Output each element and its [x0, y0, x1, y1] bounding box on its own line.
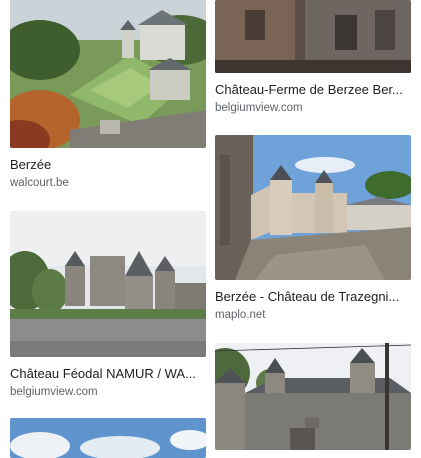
result-card-berzee[interactable]: Berzée walcourt.be	[10, 0, 206, 195]
result-image-feodal-namur[interactable]	[10, 211, 206, 357]
result-title[interactable]: Château Féodal NAMUR / WA...	[10, 366, 206, 382]
result-image-chateau-ferme[interactable]	[215, 0, 411, 73]
result-image-berzee[interactable]	[10, 0, 206, 148]
result-card-5[interactable]	[10, 418, 206, 458]
result-card-chateau-ferme[interactable]: Château-Ferme de Berzee Ber... belgiumvi…	[215, 0, 411, 120]
result-image-5[interactable]	[10, 418, 206, 458]
result-title[interactable]: Berzée - Château de Trazegni...	[215, 289, 411, 305]
result-card-trazegnies[interactable]: Berzée - Château de Trazegni... maplo.ne…	[215, 135, 411, 325]
result-title[interactable]: Château-Ferme de Berzee Ber...	[215, 82, 411, 98]
result-source: maplo.net	[215, 309, 266, 321]
result-image-trazegnies[interactable]	[215, 135, 411, 280]
result-title[interactable]: Berzée	[10, 157, 206, 173]
result-source: belgiumview.com	[215, 102, 303, 114]
result-card-6[interactable]	[215, 343, 411, 450]
result-image-6[interactable]	[215, 343, 411, 450]
result-source: belgiumview.com	[10, 386, 98, 398]
result-source: walcourt.be	[10, 177, 69, 189]
result-card-feodal-namur[interactable]: Château Féodal NAMUR / WA... belgiumview…	[10, 211, 206, 401]
